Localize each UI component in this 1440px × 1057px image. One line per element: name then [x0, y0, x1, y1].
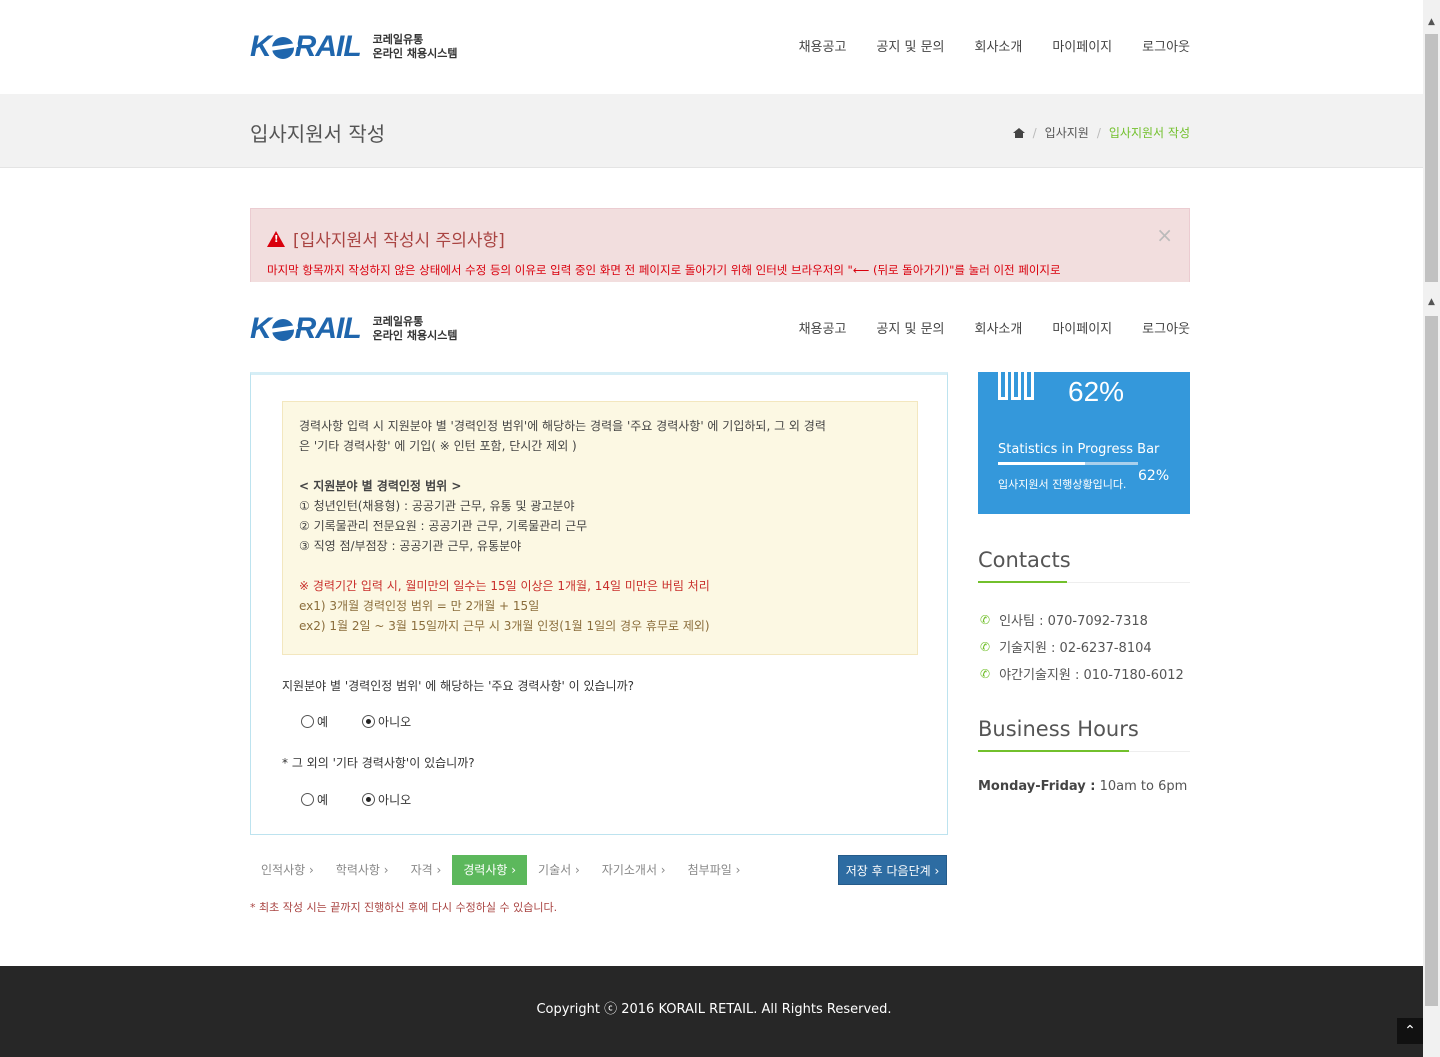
heading-accent: [978, 750, 1129, 752]
contact-tech: ✆ 기술지원 : 02-6237-8104: [980, 639, 1152, 657]
footer: Copyright ⓒ 2016 KORAIL RETAIL. All Righ…: [0, 966, 1423, 1057]
progress-bar-fill: [998, 462, 1085, 465]
career-form-panel: 경력사항 입력 시 지원분야 별 '경력인정 범위'에 해당하는 경력을 '주요…: [250, 372, 948, 835]
chevron-up-icon[interactable]: ⌃: [1397, 1018, 1423, 1044]
main-nav: 채용공고 공지 및 문의 회사소개 마이페이지 로그아웃: [799, 36, 1190, 55]
career-notice: 경력사항 입력 시 지원분야 별 '경력인정 범위'에 해당하는 경력을 '주요…: [282, 401, 918, 655]
business-hours-heading: Business Hours: [978, 717, 1139, 741]
progress-widget: 62% Statistics in Progress Bar 입사지원서 진행상…: [978, 372, 1190, 514]
nav-notice[interactable]: 공지 및 문의: [876, 318, 944, 337]
scroll-up-icon[interactable]: ▲: [1423, 14, 1440, 31]
nav-company[interactable]: 회사소개: [975, 318, 1023, 337]
scrollbar[interactable]: ▲: [1423, 0, 1440, 282]
logo-wordmark: K RAIL: [250, 30, 362, 63]
sticky-nav: 채용공고 공지 및 문의 회사소개 마이페이지 로그아웃: [799, 318, 1190, 337]
phone-icon: ✆: [980, 639, 991, 654]
range-item: ③ 직영 점/부점장 : 공공기관 근무, 유통분야: [299, 539, 522, 553]
rule-text: ※ 경력기간 입력 시, 월미만의 일수는 15일 이상은 1개월, 14일 미…: [299, 579, 710, 593]
page-title: 입사지원서 작성: [250, 122, 386, 146]
scrollbar-thumb[interactable]: [1425, 34, 1438, 282]
radio-main-career-no[interactable]: 아니오: [362, 713, 411, 730]
nav-notice[interactable]: 공지 및 문의: [876, 36, 944, 55]
radio-group-other-career: 예 아니오: [301, 791, 411, 808]
breadcrumb-current: 입사지원서 작성: [1108, 126, 1190, 140]
radio-main-career-yes[interactable]: 예: [301, 713, 328, 730]
page-title-bar: 입사지원서 작성 / 입사지원 / 입사지원서 작성: [0, 94, 1423, 168]
step-career[interactable]: 경력사항 ›: [452, 855, 528, 885]
warning-icon: !: [267, 230, 285, 247]
progress-label: Statistics in Progress Bar: [998, 442, 1160, 457]
progress-percent-large: 62%: [1068, 376, 1125, 407]
nav-logout[interactable]: 로그아웃: [1142, 36, 1190, 55]
business-hours: Monday-Friday : 10am to 6pm: [978, 779, 1188, 794]
contacts-heading: Contacts: [978, 548, 1071, 572]
step-certificate[interactable]: 자격 ›: [400, 855, 453, 885]
step-attachments[interactable]: 첨부파일 ›: [677, 855, 752, 885]
heading-accent: [978, 581, 1067, 583]
sticky-logo[interactable]: K RAIL 코레일유통 온라인 채용시스템: [250, 312, 457, 346]
breadcrumb-apply[interactable]: 입사지원: [1045, 124, 1089, 141]
alert-title: ! [입사지원서 작성시 주의사항]: [267, 226, 505, 251]
range-item: ① 청년인턴(채용형) : 공공기관 근무, 유통 및 광고분야: [299, 499, 575, 513]
home-icon[interactable]: [1012, 127, 1025, 138]
phone-icon: ✆: [980, 612, 991, 627]
nav-company[interactable]: 회사소개: [975, 36, 1023, 55]
step-skills[interactable]: 기술서 ›: [527, 855, 591, 885]
radio-circle-checked[interactable]: [362, 715, 376, 728]
radio-circle-checked[interactable]: [362, 793, 376, 806]
radio-circle[interactable]: [301, 715, 314, 728]
nav-jobs[interactable]: 채용공고: [799, 36, 847, 55]
logo-text: 코레일유통 온라인 채용시스템: [372, 33, 458, 60]
nav-jobs[interactable]: 채용공고: [799, 318, 847, 337]
progress-percent-small: 62%: [1138, 468, 1170, 484]
site-header: K RAIL 코레일유통 온라인 채용시스템 채용공고 공지 및 문의 회사소개 …: [0, 0, 1423, 92]
nav-mypage[interactable]: 마이페이지: [1052, 318, 1112, 337]
sticky-header: K RAIL 코레일유통 온라인 채용시스템 채용공고 공지 및 문의 회사소개 …: [0, 282, 1423, 372]
example-2: ex2) 1월 2일 ~ 3월 15일까지 근무 시 3개월 인정(1월 1일의…: [299, 619, 710, 633]
range-title: < 지원분야 별 경력인정 범위 >: [299, 479, 462, 493]
logo[interactable]: K RAIL 코레일유통 온라인 채용시스템: [250, 30, 457, 64]
footnote: * 최초 작성 시는 끝까지 진행하신 후에 다시 수정하실 수 있습니다.: [250, 901, 558, 914]
save-next-button[interactable]: 저장 후 다음단계 ›: [838, 855, 947, 885]
caution-alert: ! [입사지원서 작성시 주의사항] × 마지막 항목까지 작성하지 않은 상태…: [250, 208, 1190, 282]
radio-other-career-yes[interactable]: 예: [301, 791, 328, 808]
bar-chart-icon: [998, 372, 1034, 400]
scrollbar[interactable]: ▲: [1423, 282, 1440, 1057]
phone-icon: ✆: [980, 666, 991, 681]
question-other-career: * 그 외의 '기타 경력사항'이 있습니까?: [282, 756, 475, 770]
range-item: ② 기록물관리 전문요원 : 공공기관 근무, 기록물관리 근무: [299, 519, 588, 533]
progress-description: 입사지원서 진행상황입니다.: [998, 478, 1127, 491]
copyright: Copyright ⓒ 2016 KORAIL RETAIL. All Righ…: [536, 1002, 892, 1017]
example-1: ex1) 3개월 경력인정 범위 = 만 2개월 + 15일: [299, 599, 540, 613]
progress-bar: [998, 462, 1138, 465]
step-navigation: 인적사항 › 학력사항 › 자격 › 경력사항 › 기술서 › 자기소개서 › …: [250, 855, 751, 885]
step-personal[interactable]: 인적사항 ›: [250, 855, 325, 885]
radio-group-main-career: 예 아니오: [301, 713, 411, 730]
step-education[interactable]: 학력사항 ›: [325, 855, 400, 885]
logo-text: 코레일유통 온라인 채용시스템: [372, 315, 458, 342]
scrollbar-thumb[interactable]: [1425, 316, 1438, 1006]
breadcrumb: / 입사지원 / 입사지원서 작성: [1012, 124, 1190, 141]
radio-circle[interactable]: [301, 793, 314, 806]
alert-body: 마지막 항목까지 작성하지 않은 상태에서 수정 등의 이유로 입력 중인 화면…: [267, 263, 1061, 277]
radio-other-career-no[interactable]: 아니오: [362, 791, 411, 808]
scroll-up-icon[interactable]: ▲: [1423, 294, 1440, 311]
step-self-intro[interactable]: 자기소개서 ›: [591, 855, 677, 885]
nav-mypage[interactable]: 마이페이지: [1052, 36, 1112, 55]
question-main-career: 지원분야 별 '경력인정 범위' 에 해당하는 '주요 경력사항' 이 있습니까…: [282, 679, 634, 693]
contact-night: ✆ 야간기술지원 : 010-7180-6012: [980, 666, 1184, 684]
close-icon[interactable]: ×: [1156, 223, 1173, 247]
contact-hr: ✆ 인사팀 : 070-7092-7318: [980, 612, 1148, 630]
logo-wordmark: K RAIL: [250, 312, 362, 345]
nav-logout[interactable]: 로그아웃: [1142, 318, 1190, 337]
